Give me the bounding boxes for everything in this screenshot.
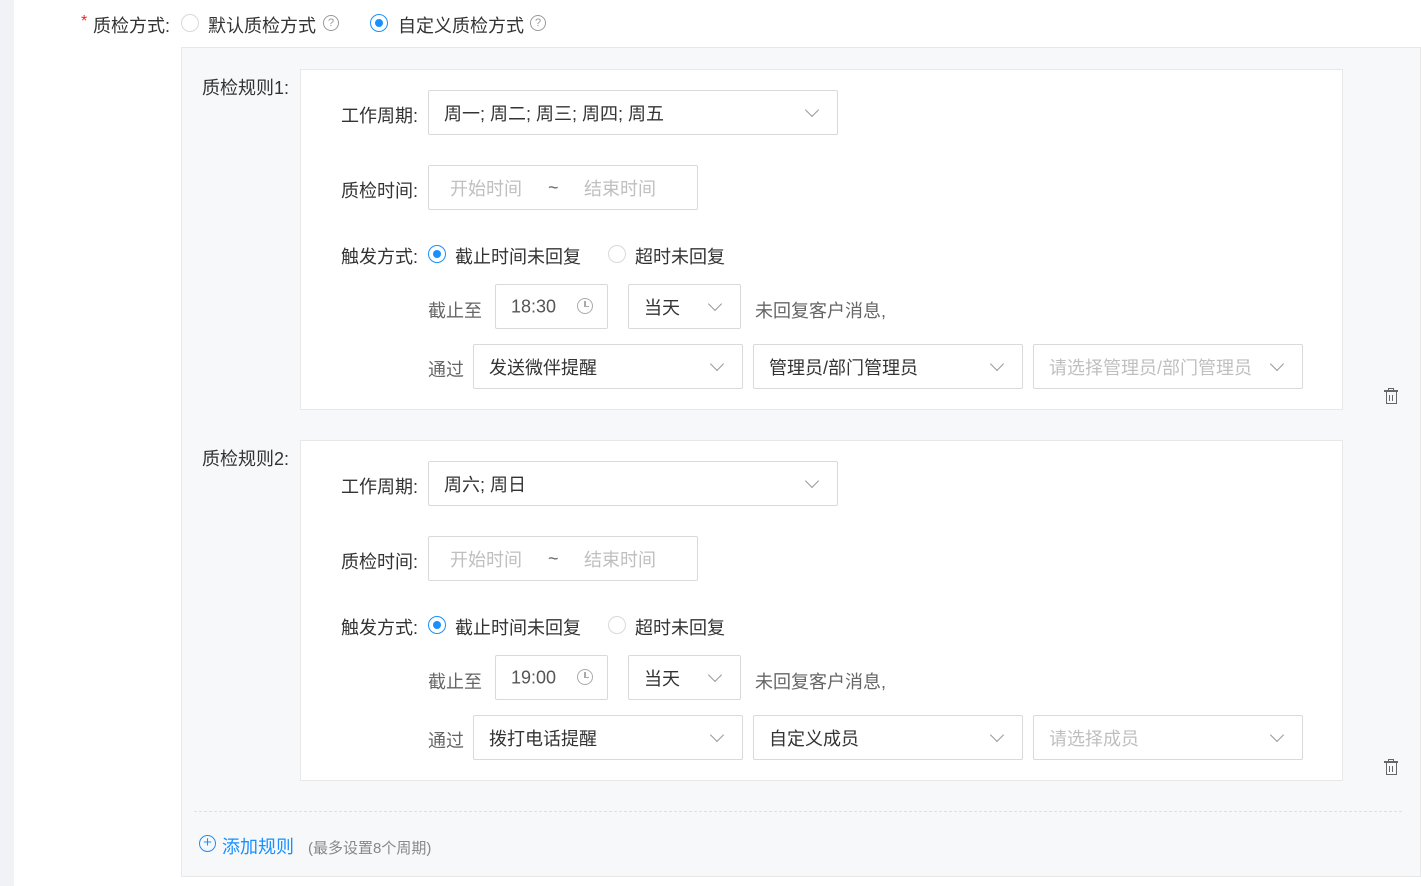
end-time-input[interactable]: 结束时间 [584,175,656,201]
default-mode-label[interactable]: 默认质检方式 [208,12,316,38]
work-cycle-label: 工作周期: [341,477,419,497]
radio-deadline-unreplied[interactable] [428,616,446,634]
custom-mode-label[interactable]: 自定义质检方式 [398,12,524,38]
clock-icon [577,297,593,314]
recipient-select[interactable]: 请选择成员 [1033,715,1303,760]
chevron-down-icon [707,667,723,682]
trigger-option-deadline[interactable]: 截止时间未回复 [455,243,581,269]
custom-rules-panel: 质检规则1: 工作周期: 周一; 周二; 周三; 周四; 周五 质检时间: 开始… [181,47,1421,877]
deadline-label: 截止至 [428,672,482,692]
end-time-input[interactable]: 结束时间 [584,546,656,572]
radio-default-mode[interactable] [181,14,199,32]
time-range-picker[interactable]: 开始时间 ~ 结束时间 [428,536,698,581]
reminder-method-select[interactable]: 发送微伴提醒 [473,344,743,389]
chevron-down-icon [707,296,723,311]
work-cycle-select[interactable]: 周一; 周二; 周三; 周四; 周五 [428,90,838,135]
radio-timeout-unreplied[interactable] [608,616,626,634]
work-cycle-label: 工作周期: [341,106,419,126]
rule-title: 质检规则2: [202,449,290,469]
work-cycle-value: 周一; 周二; 周三; 周四; 周五 [444,103,665,124]
unreplied-text: 未回复客户消息, [755,301,887,321]
recipient-type-value: 自定义成员 [769,728,859,749]
unreplied-text: 未回复客户消息, [755,672,887,692]
chevron-down-icon [1269,356,1285,371]
question-circle-icon[interactable]: ? [323,15,339,31]
question-circle-icon[interactable]: ? [530,15,546,31]
inspection-time-label: 质检时间: [341,552,419,572]
radio-deadline-unreplied[interactable] [428,245,446,263]
recipient-type-select[interactable]: 管理员/部门管理员 [753,344,1023,389]
chevron-down-icon [804,102,820,117]
rule-title: 质检规则1: [202,78,290,98]
rule-card: 工作周期: 周六; 周日 质检时间: 开始时间 ~ 结束时间 触发方式: 截止时… [300,440,1343,781]
recipient-placeholder: 请选择管理员/部门管理员 [1049,357,1252,378]
recipient-type-select[interactable]: 自定义成员 [753,715,1023,760]
deadline-time-picker[interactable]: 18:30 [495,284,608,329]
radio-timeout-unreplied[interactable] [608,245,626,263]
reminder-method-select[interactable]: 拨打电话提醒 [473,715,743,760]
day-value: 当天 [644,297,680,318]
chevron-down-icon [709,356,725,371]
inspection-time-label: 质检时间: [341,181,419,201]
day-select[interactable]: 当天 [628,655,741,700]
time-range-picker[interactable]: 开始时间 ~ 结束时间 [428,165,698,210]
chevron-down-icon [804,473,820,488]
radio-custom-mode[interactable] [370,14,388,32]
range-separator: ~ [548,177,559,197]
chevron-down-icon [989,356,1005,371]
trigger-option-timeout[interactable]: 超时未回复 [635,243,725,269]
start-time-input[interactable]: 开始时间 [450,546,522,572]
chevron-down-icon [989,727,1005,742]
plus-circle-icon[interactable]: + [199,835,216,852]
work-cycle-value: 周六; 周日 [444,474,527,495]
deadline-time-picker[interactable]: 19:00 [495,655,608,700]
range-separator: ~ [548,548,559,568]
recipient-select[interactable]: 请选择管理员/部门管理员 [1033,344,1303,389]
deadline-time-value: 18:30 [511,296,557,316]
divider [194,811,1402,812]
day-select[interactable]: 当天 [628,284,741,329]
trash-icon[interactable] [1384,388,1398,405]
trigger-label: 触发方式: [341,618,419,638]
chevron-down-icon [1269,727,1285,742]
chevron-down-icon [709,727,725,742]
deadline-time-value: 19:00 [511,667,557,687]
trigger-label: 触发方式: [341,247,419,267]
start-time-input[interactable]: 开始时间 [450,175,522,201]
rule-card: 工作周期: 周一; 周二; 周三; 周四; 周五 质检时间: 开始时间 ~ 结束… [300,69,1343,410]
via-label: 通过 [428,360,464,380]
trash-icon[interactable] [1384,759,1398,776]
required-mark: * [81,13,88,30]
via-label: 通过 [428,731,464,751]
add-rule-button[interactable]: 添加规则 [222,833,294,859]
form-page: * 质检方式: 默认质检方式 ? 自定义质检方式 ? 质检规则1: 工作周期: … [14,0,1421,886]
add-rule-hint: (最多设置8个周期) [308,840,432,857]
recipient-type-value: 管理员/部门管理员 [769,357,919,378]
recipient-placeholder: 请选择成员 [1049,728,1139,749]
reminder-method-value: 拨打电话提醒 [489,728,597,749]
deadline-label: 截止至 [428,301,482,321]
reminder-method-value: 发送微伴提醒 [489,357,597,378]
trigger-option-timeout[interactable]: 超时未回复 [635,614,725,640]
trigger-option-deadline[interactable]: 截止时间未回复 [455,614,581,640]
inspection-mode-label: 质检方式: [93,16,171,36]
clock-icon [577,668,593,685]
work-cycle-select[interactable]: 周六; 周日 [428,461,838,506]
day-value: 当天 [644,668,680,689]
